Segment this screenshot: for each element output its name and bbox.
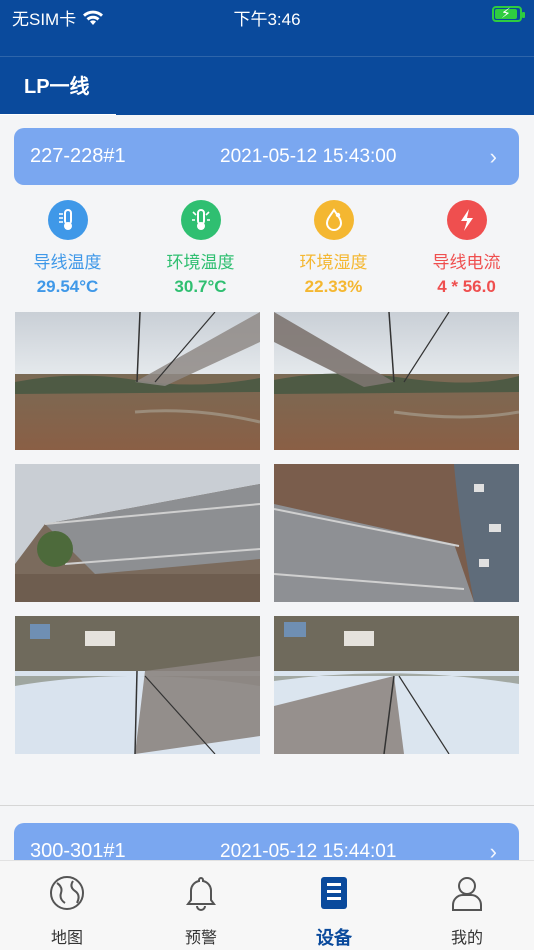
status-bar: 无SIM卡 下午3:46 ⚡ bbox=[0, 0, 534, 30]
sensor-row: 导线温度 29.54°C 环境温度 30.7°C 环境湿度 22.33% 导线电… bbox=[0, 200, 534, 300]
camera-photo[interactable] bbox=[274, 312, 519, 450]
camera-photo[interactable] bbox=[15, 464, 260, 602]
bell-icon bbox=[186, 876, 216, 911]
sensor-value: 29.54°C bbox=[36, 277, 99, 296]
env-thermometer-icon bbox=[180, 200, 221, 240]
camera-photo[interactable] bbox=[274, 464, 519, 602]
tab-alerts[interactable]: 预警 bbox=[134, 873, 268, 948]
device-header[interactable]: 227-228#1 2021-05-12 15:43:00 › bbox=[14, 128, 519, 185]
device-name: 300-301#1 bbox=[30, 840, 126, 860]
camera-photo[interactable] bbox=[15, 312, 260, 450]
person-icon bbox=[452, 877, 482, 911]
humidity-icon bbox=[313, 200, 354, 240]
sensor-label: 导线电流 bbox=[432, 253, 501, 272]
device-time: 2021-05-12 15:43:00 bbox=[220, 145, 397, 167]
chevron-right-icon: › bbox=[489, 838, 497, 861]
sensor-conductor-current: 导线电流 4 * 56.0 bbox=[400, 200, 533, 297]
sensor-ambient-temp: 环境温度 30.7°C bbox=[134, 200, 267, 297]
tab-label: 设备 bbox=[316, 928, 352, 948]
device-time: 2021-05-12 15:44:01 bbox=[220, 840, 397, 861]
device-header[interactable]: 300-301#1 2021-05-12 15:44:01 › bbox=[14, 823, 519, 860]
device-card: 300-301#1 2021-05-12 15:44:01 › bbox=[0, 806, 534, 860]
top-bar: 无SIM卡 下午3:46 ⚡ LP一线 bbox=[0, 0, 534, 117]
tab-profile[interactable]: 我的 bbox=[400, 873, 534, 948]
sensor-label: 环境温度 bbox=[166, 253, 235, 272]
device-list[interactable]: 227-228#1 2021-05-12 15:43:00 › 导线温度 29.… bbox=[0, 115, 534, 860]
tab-label: 我的 bbox=[450, 930, 483, 947]
tab-map[interactable]: 地图 bbox=[0, 873, 134, 948]
chevron-right-icon: › bbox=[489, 143, 497, 169]
camera-photo[interactable] bbox=[15, 616, 260, 754]
page-title: LP一线 bbox=[24, 76, 90, 98]
clipboard-icon bbox=[321, 877, 347, 909]
device-name: 227-228#1 bbox=[30, 145, 126, 167]
sensor-label: 环境湿度 bbox=[299, 253, 368, 272]
tab-devices[interactable]: 设备 bbox=[267, 873, 401, 950]
globe-icon bbox=[50, 876, 84, 910]
sensor-conductor-temp: 导线温度 29.54°C bbox=[1, 200, 134, 297]
tab-label: 预警 bbox=[184, 930, 217, 947]
status-time: 下午3:46 bbox=[233, 10, 301, 29]
tab-bar: 地图 预警 设备 我的 bbox=[0, 860, 534, 950]
sensor-value: 22.33% bbox=[304, 277, 363, 296]
sensor-value: 30.7°C bbox=[174, 277, 227, 296]
lightning-icon bbox=[446, 200, 487, 240]
battery-charging-icon: ⚡ bbox=[492, 5, 525, 22]
device-card: 227-228#1 2021-05-12 15:43:00 › 导线温度 29.… bbox=[0, 115, 534, 805]
sensor-ambient-humidity: 环境湿度 22.33% bbox=[267, 200, 400, 297]
camera-photo[interactable] bbox=[274, 616, 519, 754]
thermometer-icon bbox=[47, 200, 88, 240]
tab-label: 地图 bbox=[50, 930, 83, 947]
sensor-value: 4 * 56.0 bbox=[437, 277, 496, 296]
sensor-label: 导线温度 bbox=[33, 253, 102, 272]
